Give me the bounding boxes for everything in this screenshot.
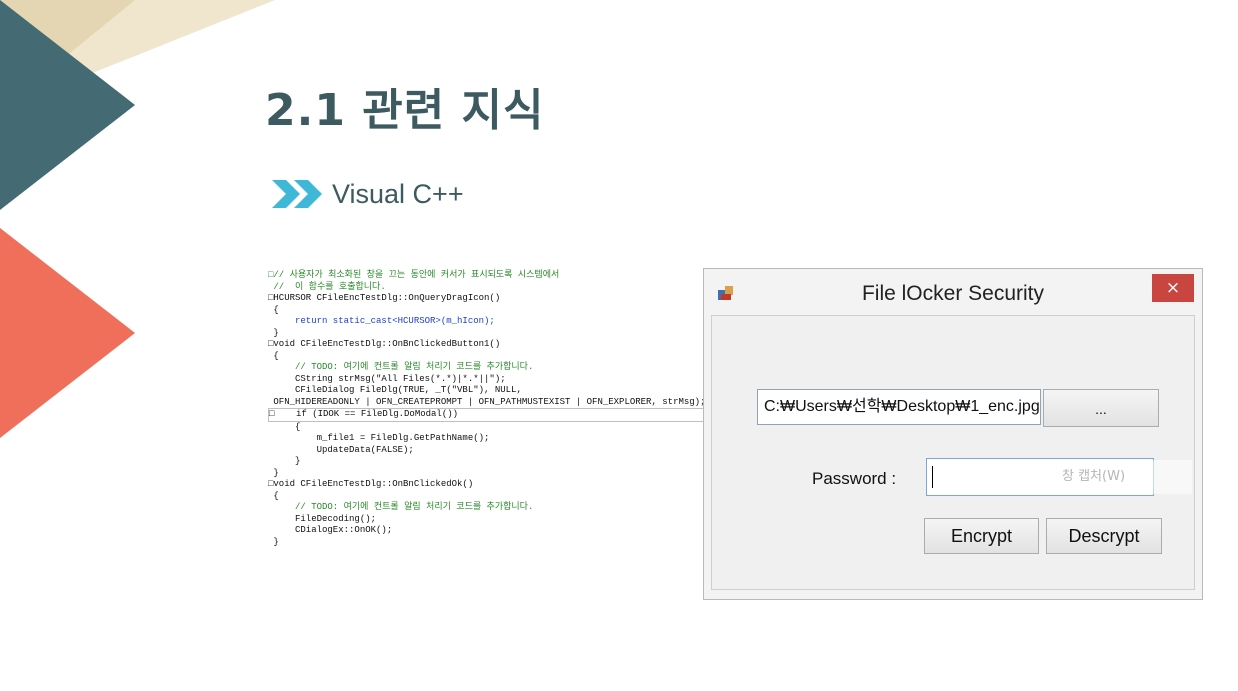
file-path-field[interactable]: C:₩Users₩선학₩Desktop₩1_enc.jpg xyxy=(757,389,1041,425)
code-line: } xyxy=(268,536,279,547)
dialog-titlebar[interactable]: File lOcker Security × xyxy=(704,269,1202,315)
dialog-client-area: C:₩Users₩선학₩Desktop₩1_enc.jpg ... Passwo… xyxy=(711,315,1195,590)
code-line: UpdateData(FALSE); xyxy=(268,444,414,455)
code-line: // 이 함수를 호출합니다. xyxy=(268,281,386,292)
code-line: CDialogEx::OnOK(); xyxy=(268,525,393,535)
file-locker-dialog: File lOcker Security × C:₩Users₩선학₩Deskt… xyxy=(703,268,1203,600)
double-chevron-icon xyxy=(272,180,322,208)
code-line: { xyxy=(268,304,279,315)
code-line: { xyxy=(268,490,279,501)
code-line: FileDecoding(); xyxy=(268,513,377,524)
decor-teal-triangle xyxy=(0,0,135,210)
code-line: { xyxy=(268,421,301,432)
subheading-text: Visual C++ xyxy=(332,178,464,209)
slide-title: 2.1 관련 지식 xyxy=(265,85,545,136)
dialog-title: File lOcker Security xyxy=(861,282,1045,305)
code-line: □void CFileEncTestDlg::OnBnClickedButton… xyxy=(268,339,501,349)
code-line-current: □ if (IDOK == FileDlg.DoModal()) xyxy=(268,408,708,422)
code-line: } xyxy=(268,327,279,338)
decrypt-button[interactable]: Descrypt xyxy=(1046,518,1162,554)
code-line: return static_cast<HCURSOR>(m_hIcon); xyxy=(268,316,495,326)
code-listing: □// 사용자가 최소화된 창을 끄는 동안에 커서가 표시되도록 시스템에서 … xyxy=(268,270,708,548)
decor-coral-triangle xyxy=(0,228,135,438)
code-line: { xyxy=(268,350,279,361)
code-line: □HCURSOR CFileEncTestDlg::OnQueryDragIco… xyxy=(268,293,501,303)
code-line: // TODO: 여기에 컨트롤 알림 처리기 코드를 추가합니다. xyxy=(268,362,534,372)
code-line: } xyxy=(268,467,279,478)
code-line: CString strMsg("All Files(*.*)|*.*||"); xyxy=(268,373,506,384)
code-line: // TODO: 여기에 컨트롤 알림 처리기 코드를 추가합니다. xyxy=(268,502,534,512)
code-line: OFN_HIDEREADONLY | OFN_CREATEPROMPT | OF… xyxy=(268,396,706,407)
code-line: } xyxy=(268,456,301,466)
encrypt-button[interactable]: Encrypt xyxy=(924,518,1039,554)
code-line: CFileDialog FileDlg(TRUE, _T("VBL"), NUL… xyxy=(268,385,522,395)
code-line: □// 사용자가 최소화된 창을 끄는 동안에 커서가 표시되도록 시스템에서 xyxy=(268,270,560,280)
code-line: m_file1 = FileDlg.GetPathName(); xyxy=(268,433,490,443)
browse-button[interactable]: ... xyxy=(1043,389,1159,427)
ghost-tooltip: 창 캡처(W) xyxy=(1052,460,1192,494)
password-label: Password : xyxy=(812,469,897,488)
code-line: □void CFileEncTestDlg::OnBnClickedOk() xyxy=(268,479,474,489)
close-button[interactable]: × xyxy=(1152,274,1194,302)
subheading: Visual C++ xyxy=(272,178,464,210)
text-caret xyxy=(932,466,933,488)
